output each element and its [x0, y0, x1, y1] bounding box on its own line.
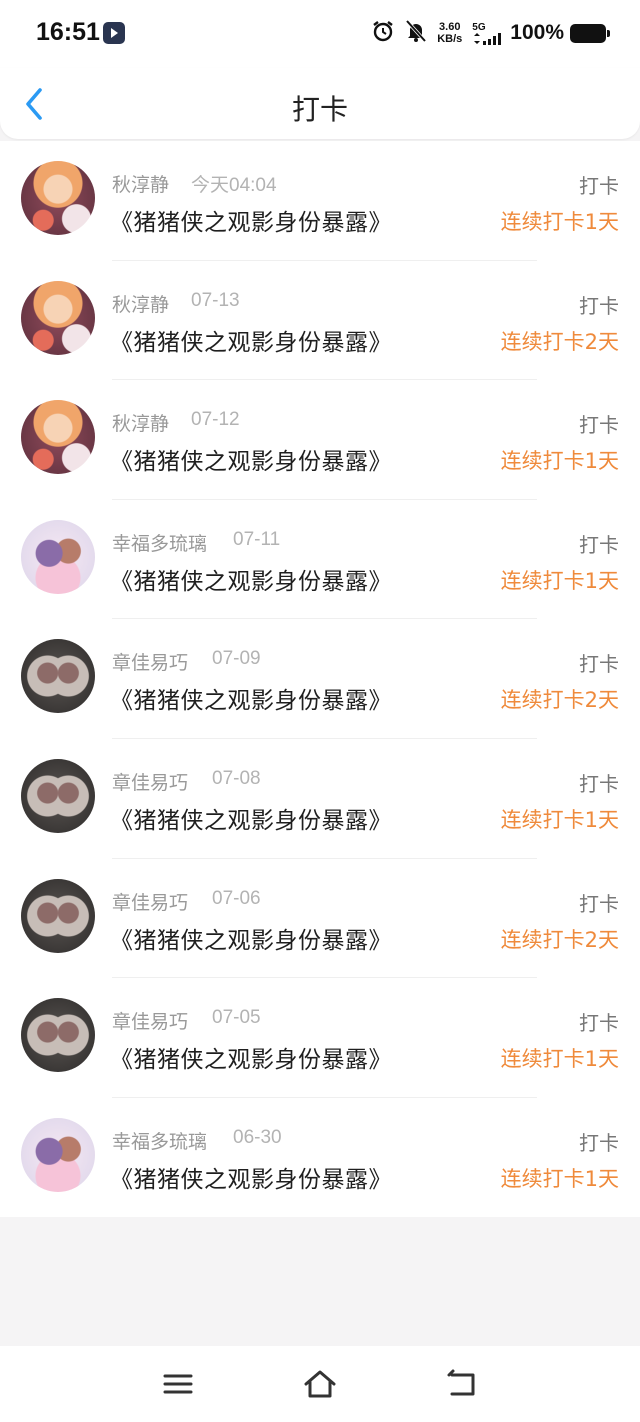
- avatar[interactable]: [21, 161, 95, 235]
- checkin-date: 07-13: [191, 289, 240, 311]
- back-icon: [447, 1369, 475, 1396]
- checkin-item[interactable]: 章佳易巧 07-05 《猪猪侠之观影身份暴露》 打卡 连续打卡1天: [0, 978, 640, 1098]
- mute-icon: [405, 19, 427, 47]
- app-notification-icon: [103, 22, 125, 44]
- book-title[interactable]: 《猪猪侠之观影身份暴露》: [110, 1040, 392, 1074]
- username[interactable]: 秋淳静: [112, 290, 169, 317]
- book-title[interactable]: 《猪猪侠之观影身份暴露》: [110, 1160, 392, 1194]
- nav-header: 打卡: [0, 68, 640, 139]
- checkin-date: 07-12: [191, 409, 240, 431]
- streak-label: 连续打卡2天: [500, 329, 619, 354]
- username[interactable]: 章佳易巧: [112, 768, 188, 795]
- action-label: 打卡: [579, 891, 619, 916]
- battery-percent: 100%: [510, 21, 564, 44]
- streak-label: 连续打卡1天: [500, 449, 619, 474]
- checkin-date: 06-30: [233, 1126, 282, 1148]
- avatar[interactable]: [21, 758, 95, 833]
- checkin-date: 07-06: [212, 887, 261, 909]
- streak-label: 连续打卡1天: [500, 807, 619, 832]
- book-title[interactable]: 《猪猪侠之观影身份暴露》: [110, 442, 392, 476]
- book-title[interactable]: 《猪猪侠之观影身份暴露》: [110, 562, 392, 596]
- username[interactable]: 秋淳静: [112, 170, 169, 197]
- checkin-date: 今天04:04: [191, 175, 277, 196]
- streak-label: 连续打卡1天: [500, 1047, 619, 1072]
- avatar[interactable]: [21, 280, 95, 355]
- streak-label: 连续打卡2天: [500, 927, 619, 952]
- streak-label: 连续打卡1天: [500, 568, 619, 593]
- signal-label: 5G: [472, 21, 486, 33]
- checkin-item[interactable]: 章佳易巧 07-06 《猪猪侠之观影身份暴露》 打卡 连续打卡2天: [0, 859, 640, 979]
- book-title[interactable]: 《猪猪侠之观影身份暴露》: [110, 681, 392, 715]
- streak-label: 连续打卡1天: [500, 1166, 619, 1191]
- username[interactable]: 章佳易巧: [112, 888, 188, 915]
- checkin-item[interactable]: 章佳易巧 07-09 《猪猪侠之观影身份暴露》 打卡 连续打卡2天: [0, 619, 640, 739]
- action-label: 打卡: [579, 771, 619, 796]
- username[interactable]: 秋淳静: [112, 409, 169, 436]
- username[interactable]: 幸福多琉璃: [112, 1127, 207, 1154]
- action-label: 打卡: [579, 532, 619, 557]
- action-label: 打卡: [579, 413, 619, 438]
- action-label: 打卡: [579, 652, 619, 677]
- streak-label: 连续打卡1天: [500, 210, 619, 234]
- menu-icon: [163, 1374, 193, 1394]
- avatar[interactable]: [21, 878, 95, 953]
- avatar[interactable]: [21, 400, 95, 475]
- username[interactable]: 章佳易巧: [112, 1007, 188, 1034]
- checkin-item[interactable]: 章佳易巧 07-08 《猪猪侠之观影身份暴露》 打卡 连续打卡1天: [0, 739, 640, 859]
- page-title: 打卡: [291, 93, 348, 126]
- net-speed: 3.60 KB/s: [437, 21, 462, 45]
- checkin-date: 07-11: [233, 528, 281, 550]
- book-title[interactable]: 《猪猪侠之观影身份暴露》: [110, 323, 392, 357]
- avatar[interactable]: [21, 998, 95, 1073]
- signal-icon: 5G: [472, 22, 502, 45]
- book-title[interactable]: 《猪猪侠之观影身份暴露》: [110, 801, 392, 835]
- checkin-date: 07-08: [212, 767, 261, 789]
- checkin-item[interactable]: 秋淳静 今天04:04 《猪猪侠之观影身份暴露》 打卡 连续打卡1天: [0, 141, 640, 261]
- home-button[interactable]: [303, 1368, 336, 1400]
- book-title[interactable]: 《猪猪侠之观影身份暴露》: [110, 921, 392, 955]
- status-time: 16:51: [36, 18, 100, 46]
- action-label: 打卡: [579, 1011, 619, 1036]
- action-label: 打卡: [579, 174, 619, 198]
- checkin-date: 07-09: [212, 648, 261, 670]
- checkin-item[interactable]: 幸福多琉璃 06-30 《猪猪侠之观影身份暴露》 打卡 连续打卡1天: [0, 1098, 640, 1218]
- net-speed-value: 3.60: [439, 21, 461, 33]
- action-label: 打卡: [579, 1130, 619, 1155]
- checkin-list: 秋淳静 今天04:04 《猪猪侠之观影身份暴露》 打卡 连续打卡1天 秋淳静 0…: [0, 141, 640, 1217]
- checkin-item[interactable]: 秋淳静 07-12 《猪猪侠之观影身份暴露》 打卡 连续打卡1天: [0, 380, 640, 500]
- home-icon: [304, 1370, 336, 1398]
- checkin-item[interactable]: 秋淳静 07-13 《猪猪侠之观影身份暴露》 打卡 连续打卡2天: [0, 261, 640, 381]
- action-label: 打卡: [579, 293, 619, 318]
- screen: 16:51 3.60 KB/s 5G 100% 打卡 秋淳静 今天04:04 《…: [0, 0, 640, 1422]
- avatar[interactable]: [21, 519, 95, 594]
- battery-icon: [570, 23, 610, 43]
- avatar[interactable]: [21, 639, 95, 714]
- system-nav-bar: [0, 1346, 640, 1422]
- net-speed-unit: KB/s: [437, 33, 463, 45]
- status-icons: 3.60 KB/s 5G 100%: [361, 18, 610, 48]
- back-nav-button[interactable]: [446, 1368, 478, 1400]
- username[interactable]: 幸福多琉璃: [112, 529, 207, 556]
- username[interactable]: 章佳易巧: [112, 648, 188, 675]
- alarm-icon: [371, 19, 395, 47]
- checkin-date: 07-05: [212, 1007, 261, 1029]
- avatar[interactable]: [21, 1117, 95, 1192]
- checkin-item[interactable]: 幸福多琉璃 07-11 《猪猪侠之观影身份暴露》 打卡 连续打卡1天: [0, 500, 640, 620]
- streak-label: 连续打卡2天: [500, 688, 619, 713]
- book-title[interactable]: 《猪猪侠之观影身份暴露》: [110, 203, 392, 237]
- status-bar: 16:51 3.60 KB/s 5G 100%: [0, 0, 640, 68]
- menu-button[interactable]: [162, 1368, 194, 1400]
